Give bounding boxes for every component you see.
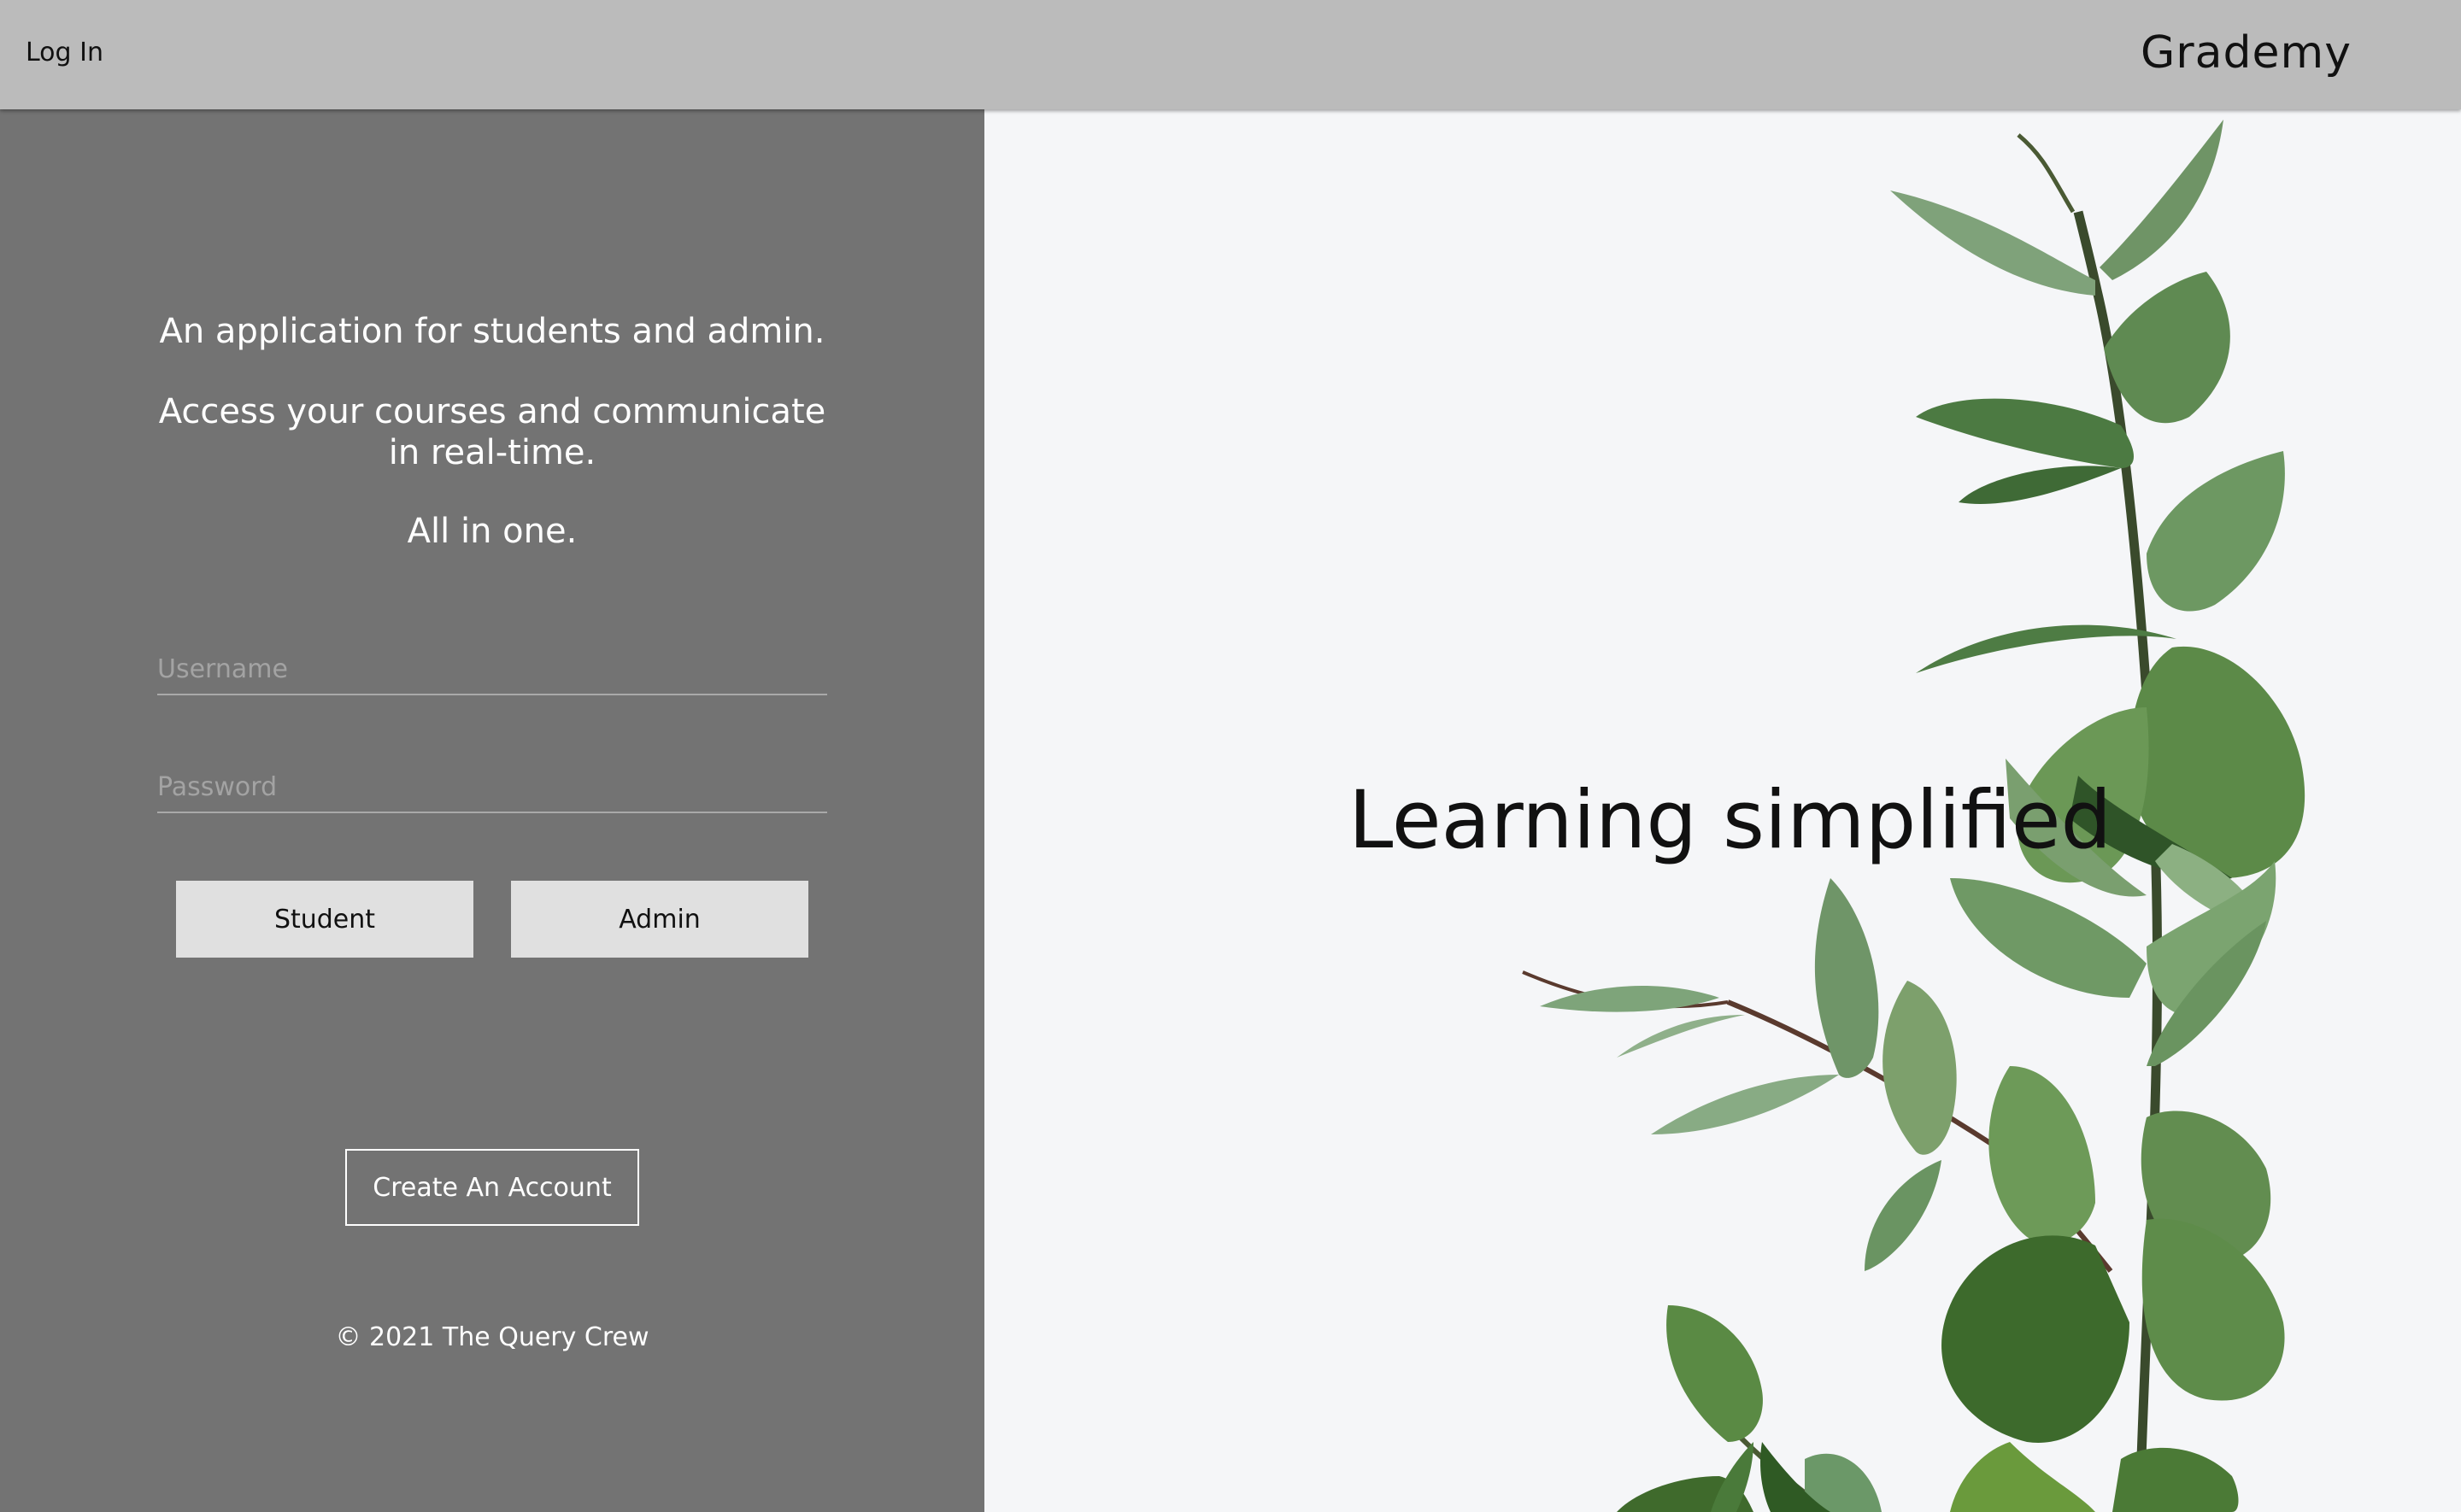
login-nav-link[interactable]: Log In xyxy=(26,36,103,70)
tagline-intro: An application for students and admin. xyxy=(159,312,825,351)
hero-headline: Learning simplified xyxy=(1348,774,2112,867)
create-account-button[interactable]: Create An Account xyxy=(345,1149,639,1226)
copyright-footer: © 2021 The Query Crew xyxy=(335,1322,649,1352)
brand-logo-text[interactable]: Grademy xyxy=(2141,26,2352,80)
username-input[interactable] xyxy=(157,644,827,695)
student-login-button[interactable]: Student xyxy=(176,881,473,958)
top-navbar: Log In Grademy xyxy=(0,0,2461,109)
tagline-access: Access your courses and communicate in r… xyxy=(158,392,826,472)
password-input[interactable] xyxy=(157,762,827,813)
admin-login-button[interactable]: Admin xyxy=(511,881,808,958)
tagline-all-in-one: All in one. xyxy=(407,512,578,551)
hero-panel: Learning simplified xyxy=(984,109,2461,1512)
login-panel: An application for students and admin. A… xyxy=(0,109,984,1512)
